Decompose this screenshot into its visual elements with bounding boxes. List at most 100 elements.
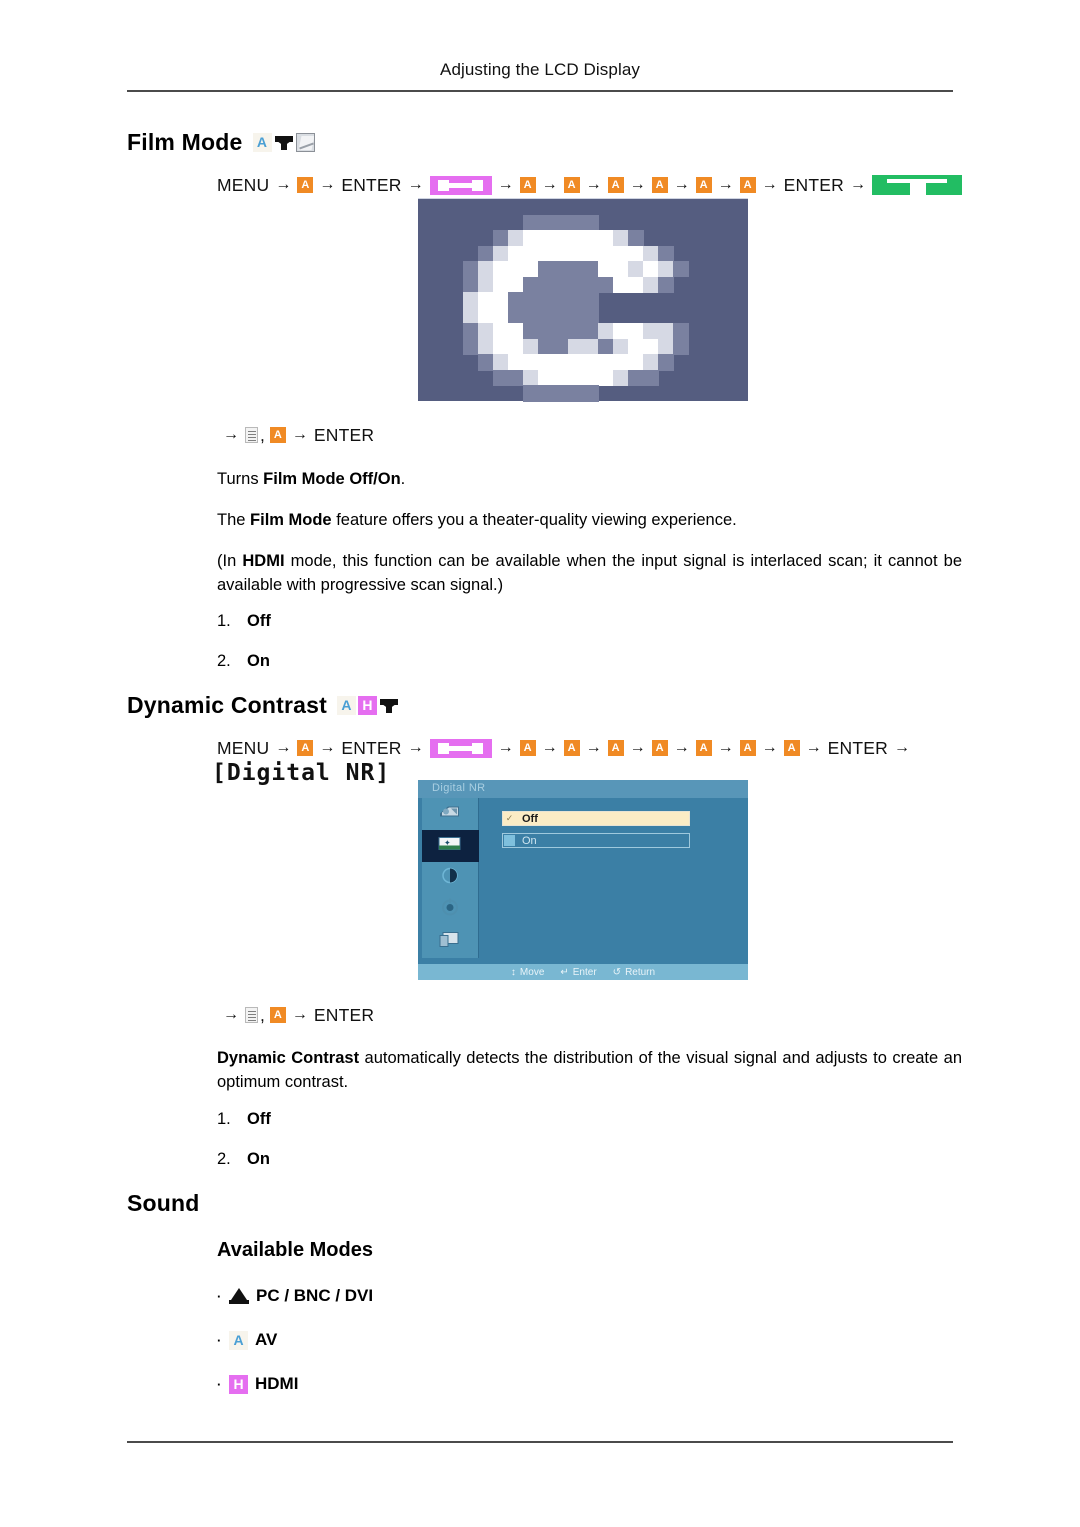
osd-footer-move: ↕ Move — [511, 967, 544, 978]
option-value: Off — [247, 1110, 271, 1128]
osd-sidebar-item-setup[interactable] — [422, 862, 479, 895]
arrow-icon: → — [629, 739, 646, 756]
option-icon — [440, 898, 460, 923]
option-number: 1. — [217, 612, 231, 630]
section-heading-dynamic-contrast: Dynamic Contrast A H — [127, 692, 399, 719]
av-icon: A — [252, 133, 272, 152]
arrow-icon: → — [319, 739, 336, 756]
arrow-icon: → — [291, 426, 308, 443]
osd-sidebar-item-option[interactable] — [422, 894, 479, 927]
image-icon: ✦ — [438, 836, 462, 857]
menu-path-film-mode: MENU → A → ENTER → → A → A → A → A → A →… — [217, 175, 962, 195]
arrow-icon: → — [893, 739, 910, 756]
osd-row-off[interactable]: ✓ Off — [502, 811, 690, 826]
osd-row-off-label: Off — [522, 813, 538, 825]
return-icon: ↺ — [612, 966, 622, 978]
arrow-icon: → — [673, 739, 690, 756]
arrow-icon: → — [761, 739, 778, 756]
footer-divider — [127, 1441, 953, 1443]
badge-a-icon: A — [519, 740, 536, 756]
osd-footer-enter: ↵ Enter — [560, 967, 596, 978]
film-mode-option-2: 2. On — [217, 652, 270, 671]
film-mode-desc-3: (In HDMI mode, this function can be avai… — [217, 549, 962, 597]
badge-a-icon: A — [739, 740, 756, 756]
arrow-icon: → — [497, 739, 514, 756]
badge-a-icon: A — [607, 177, 624, 193]
arrow-icon: → — [407, 176, 424, 193]
option-value: On — [247, 1150, 270, 1168]
osd-sidebar-item-picture[interactable] — [422, 798, 479, 831]
enter-icon: ↵ — [560, 966, 569, 978]
available-modes-heading: Available Modes — [217, 1239, 373, 1261]
film-mode-screenshot-pixelated — [418, 198, 748, 402]
osd-footer-enter-label: Enter — [572, 966, 597, 978]
film-mode-desc-1-suffix: . — [400, 470, 406, 488]
available-mode-hdmi: · H HDMI — [217, 1374, 298, 1394]
multi-control-icon — [438, 931, 462, 954]
osd-title: Digital NR — [432, 782, 486, 794]
menu-path-start: MENU — [217, 175, 270, 195]
badge-a-icon: A — [607, 740, 624, 756]
badge-a-icon: A — [651, 740, 668, 756]
dynamic-contrast-option-1: 1. Off — [217, 1110, 271, 1129]
menu-path-enter-1: ENTER — [341, 175, 402, 195]
bullet-icon: · — [217, 1332, 222, 1348]
remote-icon — [245, 427, 258, 443]
arrow-icon: → — [223, 1006, 239, 1023]
section-heading-film-mode-label: Film Mode — [127, 129, 243, 155]
move-icon: ↕ — [510, 966, 516, 978]
osd-sidebar: ✦ — [422, 798, 479, 960]
menu-path-enter: ENTER — [313, 1005, 375, 1025]
picture-icon — [439, 803, 461, 826]
menu-path-enter-2: ENTER — [783, 175, 844, 195]
available-mode-hdmi-label: HDMI — [255, 1374, 299, 1393]
arrow-icon: → — [541, 739, 558, 756]
osd-row-on-label: On — [522, 835, 537, 847]
section-heading-sound-label: Sound — [127, 1190, 200, 1216]
available-mode-av: · A AV — [217, 1330, 277, 1350]
menu-path-dynamic-contrast: MENU → A → ENTER → → A → A → A → A → A →… — [217, 738, 916, 758]
menu-path-dynamic-contrast-secondary: → , A → ENTER — [223, 1005, 375, 1025]
osd-footer: ↕ Move ↵ Enter ↺ Return — [418, 964, 748, 980]
badge-a-icon: A — [269, 1007, 286, 1023]
remote-icon — [245, 1007, 258, 1023]
hdmi-block-icon — [429, 175, 492, 195]
osd-footer-return: ↺ Return — [613, 967, 655, 978]
arrow-icon: → — [541, 176, 558, 193]
badge-a-icon: A — [519, 177, 536, 193]
arrow-icon: → — [585, 176, 602, 193]
film-mode-desc-1-prefix: Turns — [217, 470, 264, 488]
osd-footer-return-label: Return — [625, 966, 656, 978]
section-heading-sound: Sound — [127, 1190, 208, 1217]
osd-sidebar-item-multi-control[interactable] — [422, 926, 479, 958]
option-number: 1. — [217, 1110, 231, 1128]
arrow-icon: → — [717, 739, 734, 756]
menu-path-enter-1: ENTER — [341, 738, 402, 758]
arrow-icon: → — [849, 176, 866, 193]
option-number: 2. — [217, 1150, 231, 1168]
osd-footer-move-label: Move — [519, 966, 545, 978]
osd-sidebar-item-image[interactable]: ✦ — [422, 830, 479, 863]
arrow-icon: → — [629, 176, 646, 193]
osd-row-on[interactable]: On — [502, 833, 690, 848]
component-icon — [295, 133, 315, 152]
hdmi-icon: H — [229, 1374, 248, 1394]
dynamic-contrast-desc-bold: Dynamic Contrast — [217, 1049, 360, 1067]
badge-a-icon: A — [297, 740, 314, 756]
film-mode-desc-3-bold: HDMI — [242, 552, 285, 570]
av-icon: A — [337, 696, 357, 715]
svg-text:✦: ✦ — [444, 839, 451, 848]
available-mode-av-label: AV — [255, 1330, 278, 1349]
menu-path-enter-2: ENTER — [827, 738, 888, 758]
dynamic-contrast-desc: Dynamic Contrast automatically detects t… — [217, 1046, 962, 1094]
film-mode-desc-2-bold: Film Mode — [250, 511, 332, 529]
badge-a-icon: A — [297, 177, 314, 193]
film-mode-desc-3-post: mode, this function can be available whe… — [217, 552, 963, 594]
arrow-icon: → — [223, 426, 239, 443]
antenna-block-icon — [871, 175, 962, 195]
badge-a-icon: A — [695, 740, 712, 756]
arrow-icon: → — [407, 739, 424, 756]
menu-path-film-mode-secondary: → , A → ENTER — [223, 425, 375, 445]
option-value: On — [247, 652, 270, 670]
badge-a-icon: A — [739, 177, 756, 193]
